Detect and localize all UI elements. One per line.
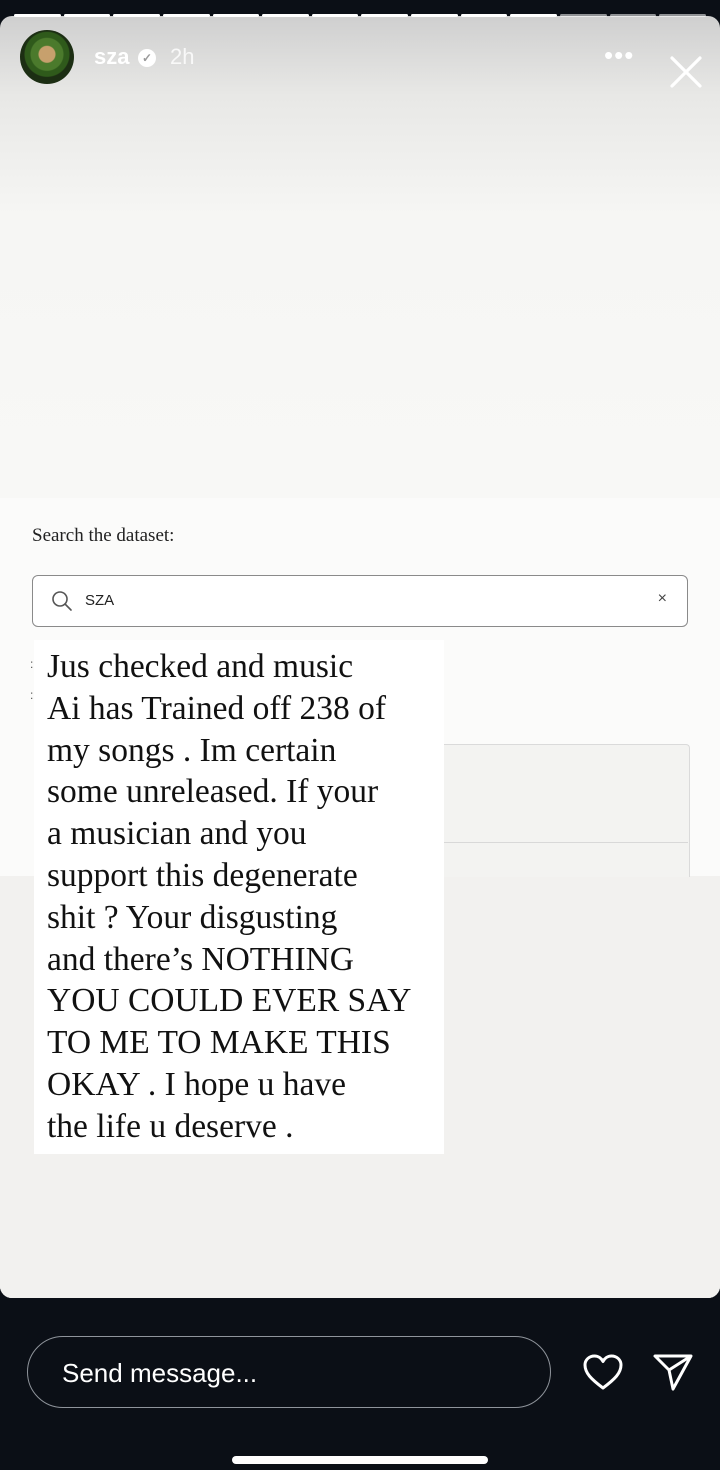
- progress-segment: [560, 14, 607, 17]
- sticker-text-line: the life u deserve .: [47, 1107, 294, 1145]
- progress-segment: [113, 14, 160, 17]
- sticker-text-line: and there’s NOTHING: [47, 940, 354, 978]
- story-username[interactable]: sza: [94, 44, 129, 70]
- progress-segment: [609, 14, 657, 17]
- progress-segment: [212, 14, 260, 17]
- avatar[interactable]: [20, 30, 74, 84]
- search-icon: [52, 591, 72, 611]
- result-marker: :: [30, 688, 34, 702]
- sticker-text-line: OKAY . I hope u have: [47, 1065, 346, 1103]
- close-icon[interactable]: [668, 54, 704, 90]
- heart-icon[interactable]: [581, 1352, 625, 1392]
- sticker-text-line: shit ? Your disgusting: [47, 898, 338, 936]
- result-divider: [440, 842, 688, 843]
- progress-segment: [659, 14, 706, 17]
- clear-search-icon: ×: [657, 590, 667, 607]
- dataset-search-field: SZA ×: [32, 575, 688, 627]
- search-label: Search the dataset:: [32, 525, 175, 546]
- sticker-text-line: some unreleased. If your: [47, 773, 379, 811]
- sticker-text-line: Jus checked and music: [47, 648, 354, 685]
- progress-segment: [262, 14, 309, 17]
- sticker-text-line: support this degenerate: [47, 856, 358, 894]
- more-options-icon[interactable]: •••: [604, 40, 634, 71]
- sticker-text-line: TO ME TO MAKE THIS: [47, 1024, 391, 1062]
- progress-segment: [411, 14, 458, 17]
- sticker-text-line: my songs . Im certain: [47, 731, 337, 769]
- verified-badge-icon: ✓: [138, 49, 156, 67]
- progress-segment: [460, 14, 508, 17]
- home-indicator[interactable]: [232, 1456, 488, 1464]
- progress-segment: [14, 14, 61, 17]
- send-message-placeholder: Send message...: [62, 1358, 258, 1388]
- result-marker: :: [30, 657, 34, 671]
- sticker-text-line: YOU COULD EVER SAY: [47, 982, 412, 1020]
- sticker-text-line: Ai has Trained off 238 of: [47, 689, 387, 727]
- send-icon[interactable]: [652, 1352, 694, 1392]
- search-result-card: [440, 744, 690, 877]
- story-progress-bar: [14, 14, 706, 17]
- progress-segment: [311, 14, 359, 17]
- progress-segment: [361, 14, 409, 17]
- story-timestamp: 2h: [170, 44, 195, 69]
- send-message-input[interactable]: Send message...: [27, 1336, 551, 1408]
- progress-segment: [162, 14, 210, 17]
- progress-segment: [63, 14, 111, 17]
- progress-segment: [510, 14, 558, 17]
- story-text-sticker: Jus checked and music Ai has Trained off…: [34, 640, 444, 1154]
- sticker-text-line: a musician and you: [47, 815, 307, 853]
- search-query: SZA: [85, 592, 115, 609]
